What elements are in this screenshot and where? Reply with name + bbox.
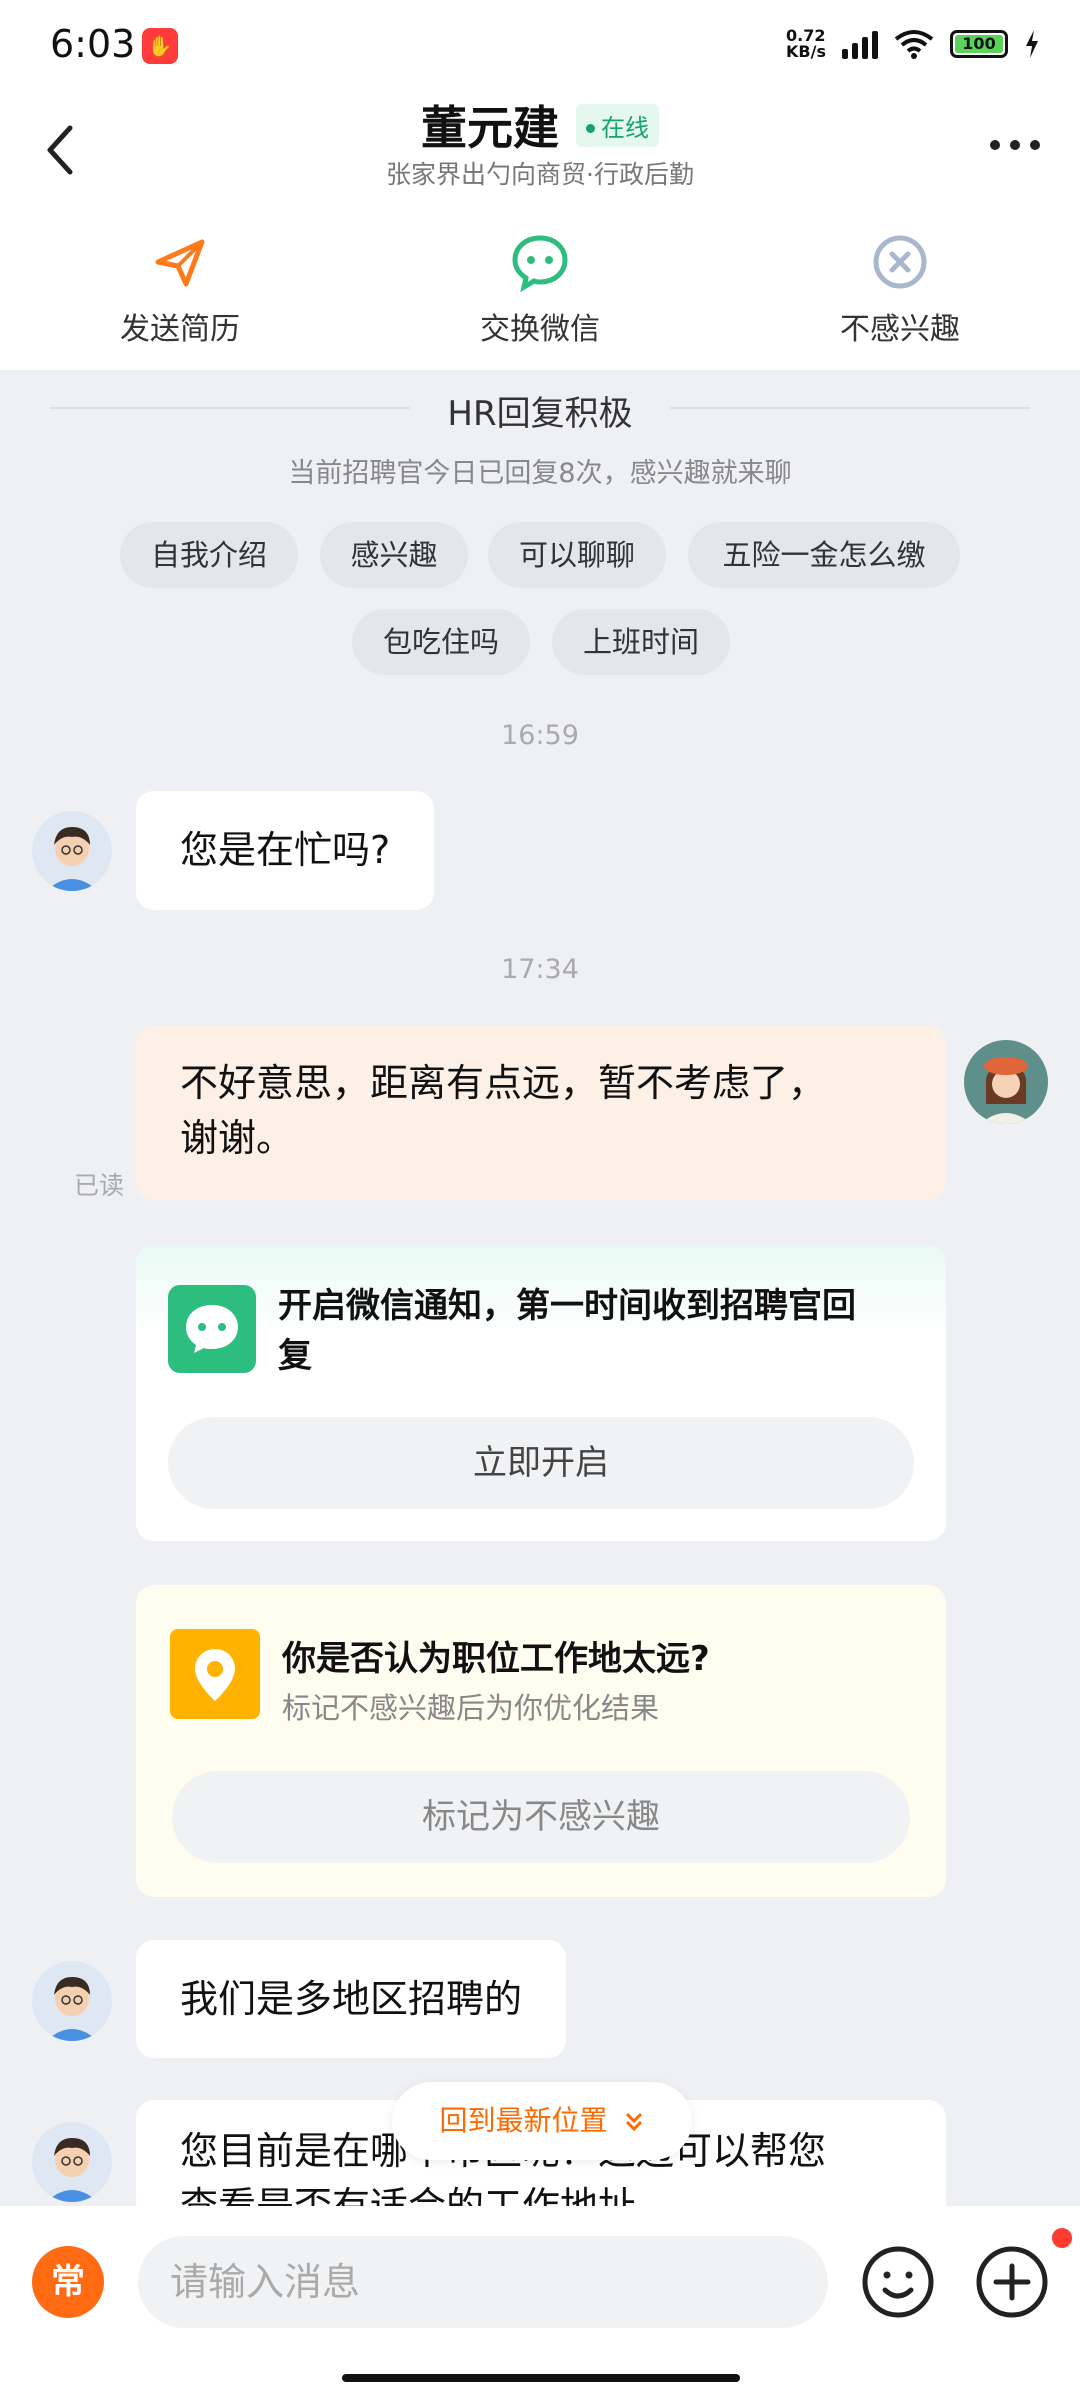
avatar-image bbox=[32, 1961, 112, 2041]
distance-card: 你是否认为职位工作地太远? 标记不感兴趣后为你优化结果 标记为不感兴趣 bbox=[136, 1585, 946, 1897]
home-indicator[interactable] bbox=[342, 2374, 740, 2382]
my-avatar[interactable] bbox=[964, 1040, 1048, 1124]
location-icon bbox=[170, 1629, 260, 1719]
emoji-icon[interactable] bbox=[858, 2242, 938, 2322]
not-interested-label: 不感兴趣 bbox=[840, 312, 960, 347]
avatar-image bbox=[32, 2122, 112, 2202]
title-row: 董元建 在线 bbox=[0, 92, 1080, 158]
jump-to-latest-button[interactable]: 回到最新位置 bbox=[392, 2082, 692, 2160]
exchange-wechat-button[interactable]: 交换微信 bbox=[420, 232, 660, 348]
quick-reply-chip[interactable]: 感兴趣 bbox=[320, 522, 468, 588]
chevron-down-icon bbox=[626, 2112, 643, 2132]
avatar-image bbox=[964, 1040, 1048, 1124]
quick-reply-chip[interactable]: 自我介绍 bbox=[120, 522, 298, 588]
page-subtitle: 张家界出勺向商贸·行政后勤 bbox=[386, 160, 694, 189]
recruiter-avatar[interactable] bbox=[32, 2122, 112, 2202]
wifi-icon bbox=[894, 30, 934, 59]
timestamp: 17:34 bbox=[501, 954, 579, 985]
send-resume-button[interactable]: 发送简历 bbox=[60, 232, 300, 348]
enable-now-button[interactable]: 立即开启 bbox=[168, 1417, 914, 1509]
distance-card-desc: 标记不感兴趣后为你优化结果 bbox=[282, 1691, 660, 1725]
hr-title: HR回复积极 bbox=[447, 394, 633, 434]
not-interested-icon bbox=[873, 235, 927, 289]
notification-dot bbox=[1052, 2228, 1072, 2248]
app-notification-icon: ✋ bbox=[142, 28, 178, 64]
charging-icon bbox=[1026, 30, 1038, 58]
quick-reply-chip[interactable]: 五险一金怎么缴 bbox=[688, 522, 960, 588]
wechat-notify-title: 开启微信通知，第一时间收到招聘官回 复 bbox=[278, 1286, 856, 1376]
recruiter-avatar[interactable] bbox=[32, 1961, 112, 2041]
read-status: 已读 bbox=[74, 1171, 125, 1200]
wechat-notify-card: 开启微信通知，第一时间收到招聘官回 复 立即开启 bbox=[136, 1245, 946, 1541]
quick-reply-chip[interactable]: 包吃住吗 bbox=[352, 609, 530, 675]
distance-card-title: 你是否认为职位工作地太远? bbox=[282, 1639, 710, 1679]
status-time: 6:03 bbox=[50, 22, 136, 66]
recruiter-avatar[interactable] bbox=[32, 811, 112, 891]
wechat-icon bbox=[512, 235, 568, 293]
timestamp: 16:59 bbox=[501, 720, 579, 751]
online-badge: 在线 bbox=[576, 103, 660, 147]
mark-not-interested-button[interactable]: 标记为不感兴趣 bbox=[172, 1771, 910, 1863]
my-message-bubble: 不好意思，距离有点远，暂不考虑了， 谢谢。 bbox=[136, 1026, 946, 1200]
send-resume-label: 发送简历 bbox=[120, 312, 240, 347]
not-interested-button[interactable]: 不感兴趣 bbox=[780, 232, 1020, 348]
quick-reply-chip[interactable]: 上班时间 bbox=[552, 609, 730, 675]
status-indicators: 0.72 KB/s 100 bbox=[786, 28, 1040, 60]
signal-icon bbox=[842, 29, 878, 59]
battery-icon: 100 bbox=[950, 30, 1008, 58]
message-input[interactable]: 请输入消息 bbox=[138, 2236, 828, 2328]
hr-description: 当前招聘官今日已回复8次，感兴趣就来聊 bbox=[288, 458, 792, 489]
add-icon[interactable] bbox=[972, 2242, 1052, 2322]
wechat-notify-icon bbox=[168, 1285, 256, 1373]
exchange-wechat-label: 交换微信 bbox=[480, 312, 600, 347]
avatar-image bbox=[32, 811, 112, 891]
page-title: 董元建 bbox=[420, 101, 559, 155]
message-bubble: 您是在忙吗? bbox=[136, 791, 435, 910]
send-resume-icon bbox=[155, 239, 205, 287]
common-phrases-button[interactable]: 常 bbox=[32, 2246, 104, 2318]
net-speed: 0.72 KB/s bbox=[786, 26, 826, 61]
quick-reply-chip[interactable]: 可以聊聊 bbox=[488, 522, 666, 588]
message-bubble: 我们是多地区招聘的 bbox=[136, 1940, 567, 2058]
more-options-icon[interactable] bbox=[990, 140, 1040, 150]
